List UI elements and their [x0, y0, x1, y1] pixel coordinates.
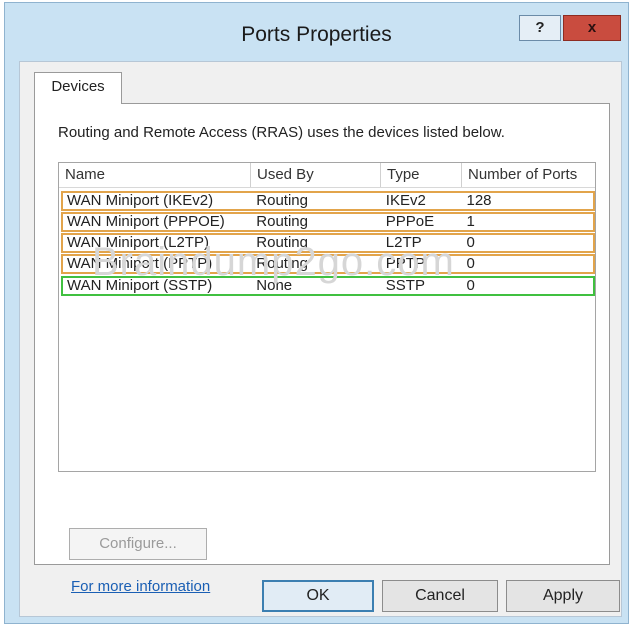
- dialog-window: Ports Properties ? x Devices Routing and…: [4, 2, 629, 624]
- tab-devices[interactable]: Devices: [34, 72, 122, 104]
- device-name: WAN Miniport (IKEv2): [67, 193, 214, 209]
- devices-description: Routing and Remote Access (RRAS) uses th…: [58, 124, 505, 141]
- devices-tab-panel: Routing and Remote Access (RRAS) uses th…: [34, 103, 610, 595]
- device-port-count: 0: [466, 256, 475, 272]
- column-header-name[interactable]: Name: [59, 163, 251, 187]
- more-information-link[interactable]: For more information: [71, 578, 210, 595]
- device-type: IKEv2: [385, 193, 426, 209]
- column-header-type[interactable]: Type: [381, 163, 462, 187]
- device-name: WAN Miniport (PPPOE): [67, 214, 225, 230]
- dialog-client-area: Devices Routing and Remote Access (RRAS)…: [19, 61, 622, 617]
- configure-button[interactable]: Configure...: [69, 528, 207, 560]
- device-port-count: 1: [466, 214, 475, 230]
- cancel-button[interactable]: Cancel: [382, 580, 498, 612]
- help-button[interactable]: ?: [519, 15, 561, 41]
- watermark-text: Braindump2go.com: [92, 240, 455, 284]
- column-header-number-of-ports[interactable]: Number of Ports: [462, 163, 595, 187]
- device-port-count: 128: [466, 193, 492, 209]
- device-port-count: 0: [466, 278, 475, 294]
- column-header-used-by[interactable]: Used By: [251, 163, 381, 187]
- device-used-by: Routing: [256, 193, 308, 209]
- device-row-ikev2[interactable]: WAN Miniport (IKEv2) Routing IKEv2 128: [61, 191, 595, 211]
- device-row-pppoe[interactable]: WAN Miniport (PPPOE) Routing PPPoE 1: [61, 212, 595, 232]
- device-type: PPPoE: [385, 214, 435, 230]
- devices-list-header: Name Used By Type Number of Ports: [59, 163, 595, 188]
- close-button[interactable]: x: [563, 15, 621, 41]
- device-used-by: Routing: [256, 214, 308, 230]
- apply-button[interactable]: Apply: [506, 580, 620, 612]
- ok-button[interactable]: OK: [262, 580, 374, 612]
- device-port-count: 0: [466, 235, 475, 251]
- devices-list[interactable]: Name Used By Type Number of Ports WAN Mi…: [58, 162, 596, 472]
